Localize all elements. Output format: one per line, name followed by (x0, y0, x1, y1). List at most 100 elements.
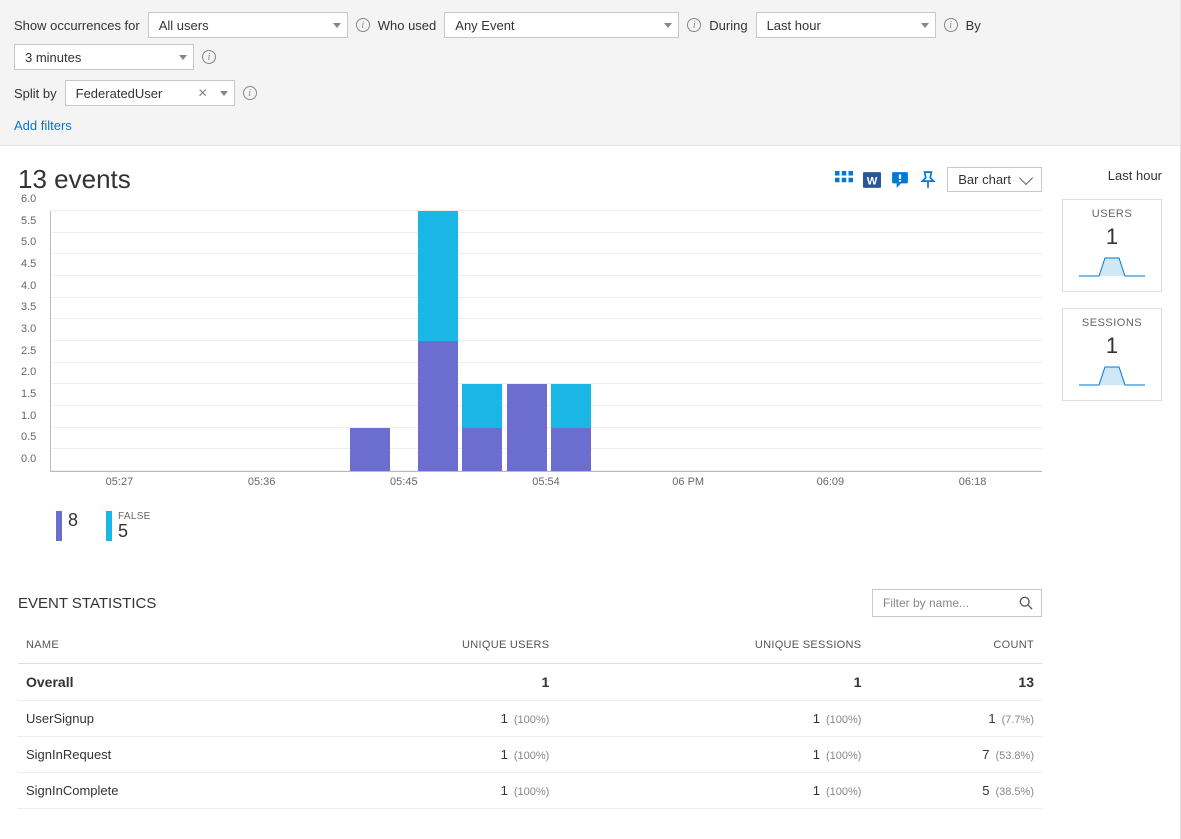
chevron-down-icon (333, 23, 341, 28)
info-icon[interactable]: i (687, 18, 701, 32)
table-row[interactable]: UserSignup1(100%)1(100%)1(7.7%) (18, 701, 1042, 737)
y-tick-label: 2.0 (21, 366, 36, 378)
mini-card-title: USERS (1067, 208, 1157, 220)
dropdown-chart-type[interactable]: Bar chart (947, 167, 1042, 192)
column-header[interactable]: NAME (18, 627, 294, 664)
grid-line (51, 253, 1042, 254)
column-header[interactable]: COUNT (869, 627, 1042, 664)
filter-bar: Show occurrences for All users i Who use… (0, 0, 1180, 146)
y-tick-label: 3.0 (21, 323, 36, 335)
word-export-icon[interactable]: W (863, 171, 881, 189)
label-during: During (709, 18, 747, 33)
legend-value: 8 (68, 511, 78, 529)
y-tick-label: 6.0 (21, 193, 36, 205)
chevron-down-icon (220, 91, 228, 96)
grid-line (51, 210, 1042, 211)
mini-card-value: 1 (1067, 333, 1157, 359)
bar-segment-false (551, 384, 591, 427)
stats-search[interactable] (872, 589, 1042, 617)
legend-item[interactable]: FALSE5 (106, 511, 151, 541)
grid-line (51, 232, 1042, 233)
y-tick-label: 3.5 (21, 301, 36, 313)
x-tick-label: 05:45 (390, 476, 418, 488)
mini-card[interactable]: USERS 1 (1062, 199, 1162, 292)
y-tick-label: 5.0 (21, 236, 36, 248)
add-filters-link[interactable]: Add filters (14, 118, 72, 133)
y-tick-label: 1.0 (21, 410, 36, 422)
label-who-used: Who used (378, 18, 437, 33)
label-by: By (966, 18, 981, 33)
sparkline-icon (1077, 250, 1147, 278)
column-header[interactable]: UNIQUE SESSIONS (557, 627, 869, 664)
chevron-down-icon (1019, 170, 1033, 184)
label-occurrences: Show occurrences for (14, 18, 140, 33)
mini-card-value: 1 (1067, 224, 1157, 250)
y-tick-label: 0.5 (21, 431, 36, 443)
events-chart: 0.00.51.01.52.02.53.03.54.04.55.05.56.0 … (18, 211, 1042, 541)
mini-card[interactable]: SESSIONS 1 (1062, 308, 1162, 401)
sparkline-icon (1077, 359, 1147, 387)
mini-card-title: SESSIONS (1067, 317, 1157, 329)
x-tick-label: 05:27 (106, 476, 134, 488)
info-icon[interactable]: i (356, 18, 370, 32)
grid-line (51, 297, 1042, 298)
table-row-overall[interactable]: Overall1113 (18, 664, 1042, 701)
legend-swatch (56, 511, 62, 541)
bar[interactable] (462, 384, 502, 471)
time-range-label: Last hour (1062, 168, 1162, 183)
dropdown-by[interactable]: 3 minutes (14, 44, 194, 70)
chevron-down-icon (664, 23, 672, 28)
y-tick-label: 5.5 (21, 215, 36, 227)
grid-line (51, 318, 1042, 319)
bar-segment-undefined (462, 428, 502, 471)
chart-toolbar: W Bar chart (835, 167, 1042, 192)
chevron-down-icon (179, 55, 187, 60)
y-tick-label: 4.5 (21, 258, 36, 270)
page-title: 13 events (18, 164, 131, 195)
stats-table: NAMEUNIQUE USERSUNIQUE SESSIONSCOUNT Ove… (18, 627, 1042, 809)
legend-value: 5 (118, 522, 151, 540)
y-tick-label: 2.5 (21, 345, 36, 357)
grid-line (51, 275, 1042, 276)
table-row[interactable]: SignInRequest1(100%)1(100%)7(53.8%) (18, 737, 1042, 773)
grid-view-icon[interactable] (835, 171, 853, 189)
table-row[interactable]: SignInComplete1(100%)1(100%)5(38.5%) (18, 773, 1042, 809)
bar-segment-undefined (551, 428, 591, 471)
pin-icon[interactable] (919, 171, 937, 189)
grid-line (51, 362, 1042, 363)
chevron-down-icon (921, 23, 929, 28)
y-tick-label: 0.0 (21, 453, 36, 465)
dropdown-event[interactable]: Any Event (444, 12, 679, 38)
legend-item[interactable]: 8 (56, 511, 78, 541)
x-tick-label: 05:54 (532, 476, 560, 488)
y-tick-label: 4.0 (21, 280, 36, 292)
bar-segment-undefined (350, 428, 390, 471)
x-tick-label: 06 PM (672, 476, 704, 488)
bar-segment-undefined (418, 341, 458, 471)
info-icon[interactable]: i (944, 18, 958, 32)
bar-segment-false (462, 384, 502, 427)
label-split-by: Split by (14, 86, 57, 101)
bar-segment-undefined (507, 384, 547, 471)
stats-search-input[interactable] (881, 595, 1001, 611)
x-tick-label: 06:18 (959, 476, 987, 488)
bar[interactable] (551, 384, 591, 471)
bar[interactable] (507, 384, 547, 471)
grid-line (51, 340, 1042, 341)
feedback-icon[interactable] (891, 171, 909, 189)
bar-segment-false (418, 211, 458, 341)
bar[interactable] (418, 211, 458, 471)
dropdown-split-by[interactable]: FederatedUser ✕ (65, 80, 235, 106)
x-tick-label: 06:09 (817, 476, 845, 488)
dropdown-users[interactable]: All users (148, 12, 348, 38)
dropdown-during[interactable]: Last hour (756, 12, 936, 38)
y-tick-label: 1.5 (21, 388, 36, 400)
bar[interactable] (350, 428, 390, 471)
info-icon[interactable]: i (243, 86, 257, 100)
clear-icon[interactable]: ✕ (198, 86, 208, 100)
legend-swatch (106, 511, 112, 541)
search-icon (1019, 596, 1033, 610)
info-icon[interactable]: i (202, 50, 216, 64)
svg-text:W: W (867, 175, 878, 187)
column-header[interactable]: UNIQUE USERS (294, 627, 557, 664)
